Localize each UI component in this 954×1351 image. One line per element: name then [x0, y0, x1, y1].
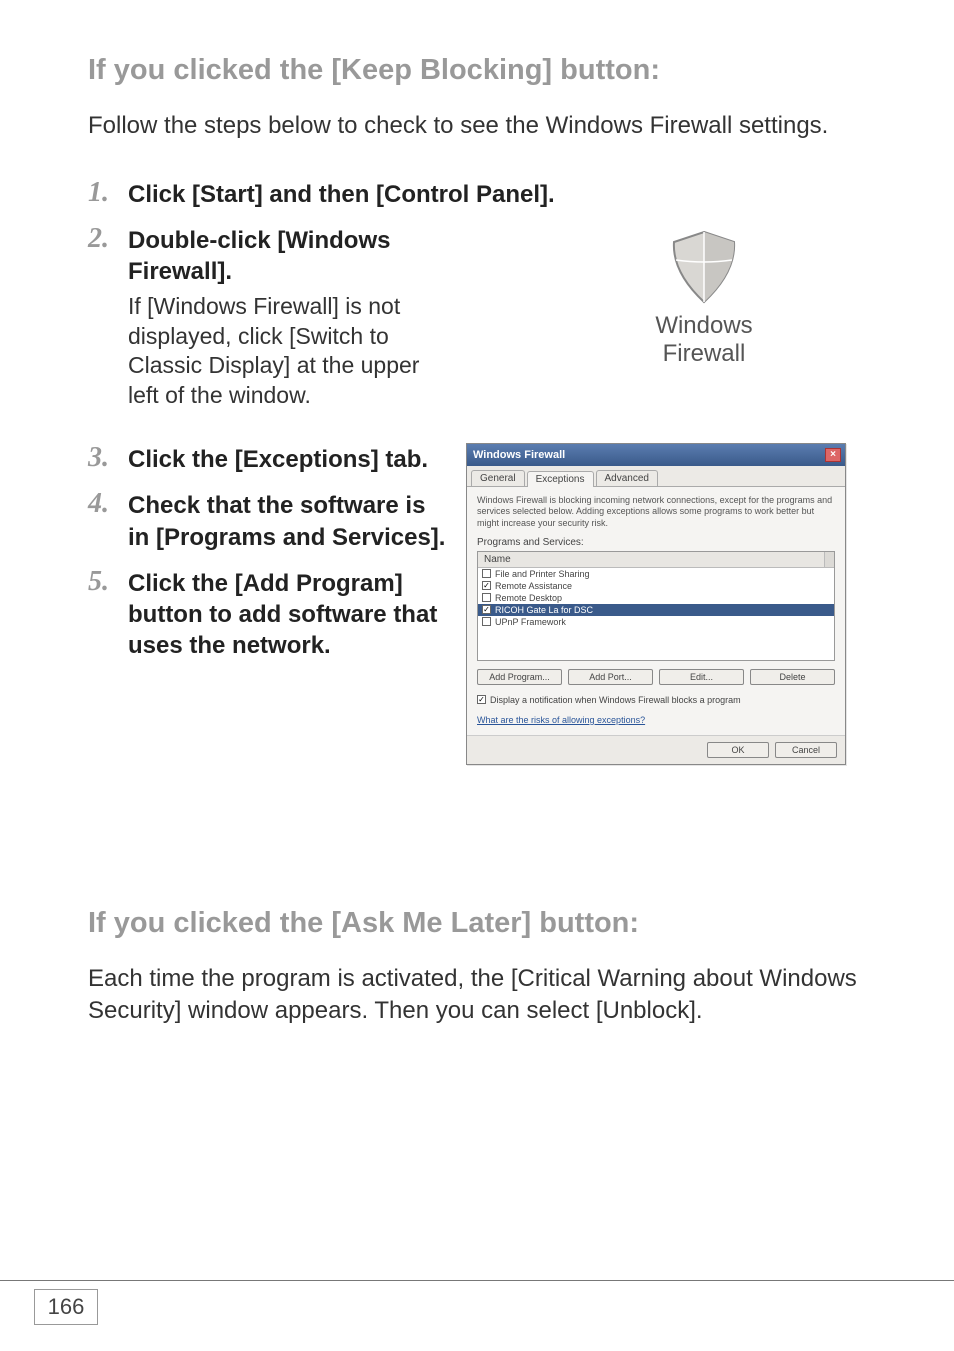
edit-button[interactable]: Edit...: [659, 669, 744, 685]
list-item-label: File and Printer Sharing: [495, 569, 590, 579]
list-item-label: Remote Desktop: [495, 593, 562, 603]
checkbox-icon[interactable]: [482, 593, 491, 602]
dialog-title: Windows Firewall: [473, 449, 565, 461]
step-number: 2.: [88, 224, 128, 255]
add-port-button[interactable]: Add Port...: [568, 669, 653, 685]
close-icon[interactable]: ×: [825, 448, 841, 462]
risks-link[interactable]: What are the risks of allowing exception…: [477, 715, 835, 725]
section-heading-ask-me-later: If you clicked the [Ask Me Later] button…: [88, 905, 882, 943]
tab-exceptions[interactable]: Exceptions: [527, 471, 594, 487]
step-3: 3. Click the [Exceptions] tab.: [88, 443, 448, 475]
list-scroll-indicator: [824, 552, 834, 567]
step-title: Double-click [Windows Firewall].: [128, 225, 448, 287]
dialog-description: Windows Firewall is blocking incoming ne…: [477, 495, 835, 529]
windows-firewall-caption: Windows Firewall: [655, 312, 752, 367]
step-title: Click the [Exceptions] tab.: [128, 444, 448, 475]
checkbox-icon[interactable]: ✓: [482, 605, 491, 614]
page-number: 166: [34, 1289, 98, 1325]
list-header-name: Name: [484, 554, 511, 565]
programs-services-list[interactable]: Name File and Printer Sharing ✓ Remote A…: [477, 551, 835, 661]
list-item[interactable]: ✓ Remote Assistance: [478, 580, 834, 592]
step-title: Check that the software is in [Programs …: [128, 490, 448, 552]
section-desc-ask-me-later: Each time the program is activated, the …: [88, 963, 882, 1028]
cancel-button[interactable]: Cancel: [775, 742, 837, 758]
tab-advanced[interactable]: Advanced: [596, 470, 658, 486]
step-title: Click the [Add Program] button to add so…: [128, 568, 448, 662]
tab-general[interactable]: General: [471, 470, 525, 486]
list-item[interactable]: UPnP Framework: [478, 616, 834, 628]
list-item-label: RICOH Gate La for DSC: [495, 605, 593, 615]
step-4: 4. Check that the software is in [Progra…: [88, 489, 448, 552]
list-item-label: UPnP Framework: [495, 617, 566, 627]
step-note: If [Windows Firewall] is not displayed, …: [128, 292, 448, 412]
section-heading-keep-blocking: If you clicked the [Keep Blocking] butto…: [88, 52, 882, 90]
checkbox-icon[interactable]: [482, 569, 491, 578]
add-program-button[interactable]: Add Program...: [477, 669, 562, 685]
footer-divider: [0, 1280, 954, 1281]
windows-firewall-shield-icon: [662, 228, 746, 306]
delete-button[interactable]: Delete: [750, 669, 835, 685]
step-number: 1.: [88, 178, 128, 209]
step-1: 1. Click [Start] and then [Control Panel…: [88, 178, 882, 210]
list-item[interactable]: Remote Desktop: [478, 592, 834, 604]
list-item[interactable]: File and Printer Sharing: [478, 568, 834, 580]
list-item-label: Remote Assistance: [495, 581, 572, 591]
step-number: 4.: [88, 489, 128, 520]
section-desc-keep-blocking: Follow the steps below to check to see t…: [88, 110, 882, 142]
step-number: 5.: [88, 567, 128, 598]
ok-button[interactable]: OK: [707, 742, 769, 758]
step-number: 3.: [88, 443, 128, 474]
windows-firewall-dialog: Windows Firewall × General Exceptions Ad…: [466, 443, 846, 765]
checkbox-icon[interactable]: [482, 617, 491, 626]
step-title: Click [Start] and then [Control Panel].: [128, 179, 882, 210]
notify-label: Display a notification when Windows Fire…: [490, 695, 741, 705]
checkbox-icon[interactable]: ✓: [482, 581, 491, 590]
list-item[interactable]: ✓ RICOH Gate La for DSC: [478, 604, 834, 616]
step-2: 2. Double-click [Windows Firewall]. If […: [88, 224, 448, 411]
checkbox-icon[interactable]: ✓: [477, 695, 486, 704]
step-5: 5. Click the [Add Program] button to add…: [88, 567, 448, 662]
programs-services-label: Programs and Services:: [477, 537, 835, 548]
